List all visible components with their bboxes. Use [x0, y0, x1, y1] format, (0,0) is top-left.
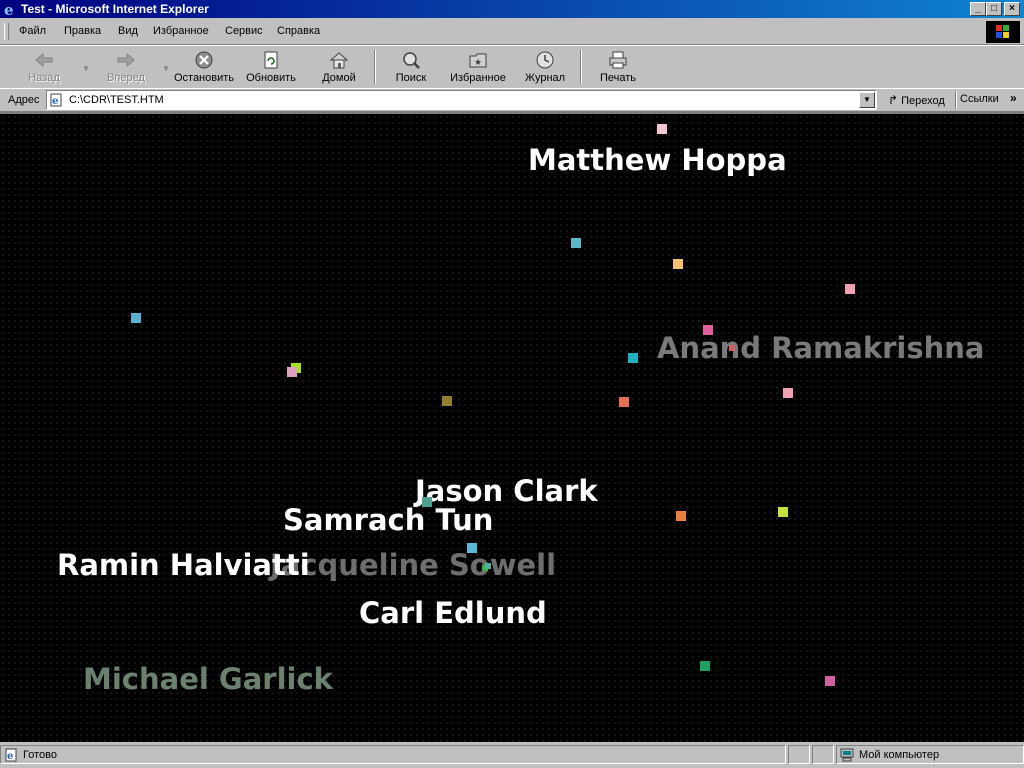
address-input[interactable]: e C:\CDR\TEST.HTM ▼ [46, 90, 877, 110]
colored-square [729, 345, 735, 351]
refresh-icon [264, 51, 278, 69]
status-bar: e Готово Мой компьютер [0, 743, 1024, 768]
printer-icon [609, 51, 627, 69]
ie-logo-icon: e [4, 1, 14, 17]
colored-square [845, 284, 855, 294]
back-arrow-icon [35, 52, 53, 68]
person-name: Carl Edlund [359, 596, 547, 630]
search-icon [403, 52, 420, 69]
colored-square [467, 543, 477, 553]
stop-button[interactable]: Остановить [172, 48, 236, 86]
standard-toolbar: Назад ▼ Вперед ▼ Остановить Обновить Дом… [0, 45, 1024, 89]
back-button[interactable]: Назад [12, 48, 76, 86]
svg-text:e: e [7, 751, 13, 762]
colored-square [485, 563, 491, 569]
search-button[interactable]: Поиск [386, 48, 436, 86]
minimize-button[interactable]: _ [970, 2, 986, 16]
history-clock-icon [536, 51, 554, 69]
svg-text:★: ★ [474, 58, 482, 68]
colored-square [657, 124, 667, 134]
address-value: C:\CDR\TEST.HTM [69, 94, 164, 106]
colored-square [778, 507, 788, 517]
colored-square [825, 676, 835, 686]
browser-window: e Test - Microsoft Internet Explorer _ □… [0, 0, 1024, 768]
home-icon [329, 52, 349, 69]
svg-text:e: e [52, 96, 58, 107]
status-text: Готово [23, 749, 57, 761]
zone-text: Мой компьютер [859, 749, 940, 761]
menu-grip[interactable] [4, 23, 9, 40]
title-bar[interactable]: e Test - Microsoft Internet Explorer _ □… [0, 0, 1024, 18]
history-button[interactable]: Журнал [518, 48, 572, 86]
document-status-icon: e [5, 748, 17, 762]
windows-throbber [986, 21, 1020, 43]
close-button[interactable]: × [1004, 2, 1020, 16]
address-dropdown-button[interactable]: ▼ [859, 92, 875, 108]
colored-square [571, 238, 581, 248]
favorites-folder-icon: ★ [469, 53, 487, 68]
maximize-button[interactable]: □ [986, 2, 1002, 16]
toolbar-separator [374, 50, 376, 84]
menu-edit[interactable]: Правка [64, 25, 101, 37]
address-label: Адрес [8, 94, 40, 106]
forward-arrow-icon [117, 52, 135, 68]
menu-favorites[interactable]: Избранное [153, 25, 209, 37]
colored-square [700, 661, 710, 671]
colored-square [676, 511, 686, 521]
person-name: Matthew Hoppa [528, 143, 787, 177]
links-more-icon[interactable]: » [1010, 91, 1017, 105]
status-cell-main: e Готово [0, 745, 786, 764]
page-content: Matthew Hoppa Anand Ramakrishna Jason Clar… [0, 112, 1024, 742]
forward-button[interactable]: Вперед [94, 48, 158, 86]
favorites-button[interactable]: ★ Избранное [446, 48, 510, 86]
close-icon: × [1009, 3, 1015, 14]
status-cell-security [812, 745, 834, 764]
page-icon: e [50, 93, 62, 107]
computer-icon [840, 748, 854, 762]
person-name: Samrach Tun [283, 503, 494, 537]
colored-square [422, 497, 432, 507]
print-button[interactable]: Печать [592, 48, 644, 86]
go-arrow-icon: ↱ [888, 93, 899, 107]
menu-help[interactable]: Справка [277, 25, 320, 37]
go-label: Переход [901, 95, 945, 107]
restore-icon: □ [990, 3, 998, 14]
menu-file[interactable]: Файл [19, 25, 46, 37]
home-button[interactable]: Домой [312, 48, 366, 86]
menu-view[interactable]: Вид [118, 25, 138, 37]
colored-square [783, 388, 793, 398]
colored-square [628, 353, 638, 363]
person-name: Jacqueline Sowell [270, 548, 557, 582]
colored-square [287, 367, 297, 377]
svg-text:e: e [4, 1, 14, 17]
person-name: Ramin Halviatti [57, 548, 310, 582]
stop-icon [195, 51, 213, 69]
links-separator [955, 91, 957, 109]
window-title: Test - Microsoft Internet Explorer [21, 2, 209, 16]
windows-logo-icon [996, 25, 1009, 38]
address-bar: Адрес e C:\CDR\TEST.HTM ▼ ↱ Переход Ссыл… [0, 88, 1024, 112]
forward-dropdown-icon[interactable]: ▼ [162, 64, 170, 73]
refresh-button[interactable]: Обновить [242, 48, 300, 86]
links-button[interactable]: Ссылки [960, 93, 999, 105]
go-button[interactable]: ↱ Переход [888, 93, 945, 107]
colored-square [131, 313, 141, 323]
back-dropdown-icon[interactable]: ▼ [82, 64, 90, 73]
chevron-down-icon: ▼ [863, 95, 871, 104]
person-name: Anand Ramakrishna [657, 331, 985, 365]
menu-tools[interactable]: Сервис [225, 25, 263, 37]
colored-square [442, 396, 452, 406]
minimize-icon: _ [975, 3, 981, 14]
status-cell-zone: Мой компьютер [836, 745, 1024, 764]
colored-square [703, 325, 713, 335]
person-name: Michael Garlick [83, 662, 333, 696]
colored-square [673, 259, 683, 269]
menu-bar: Файл Правка Вид Избранное Сервис Справка [0, 20, 1024, 45]
status-cell-progress [788, 745, 810, 764]
colored-square [619, 397, 629, 407]
toolbar-separator [580, 50, 582, 84]
